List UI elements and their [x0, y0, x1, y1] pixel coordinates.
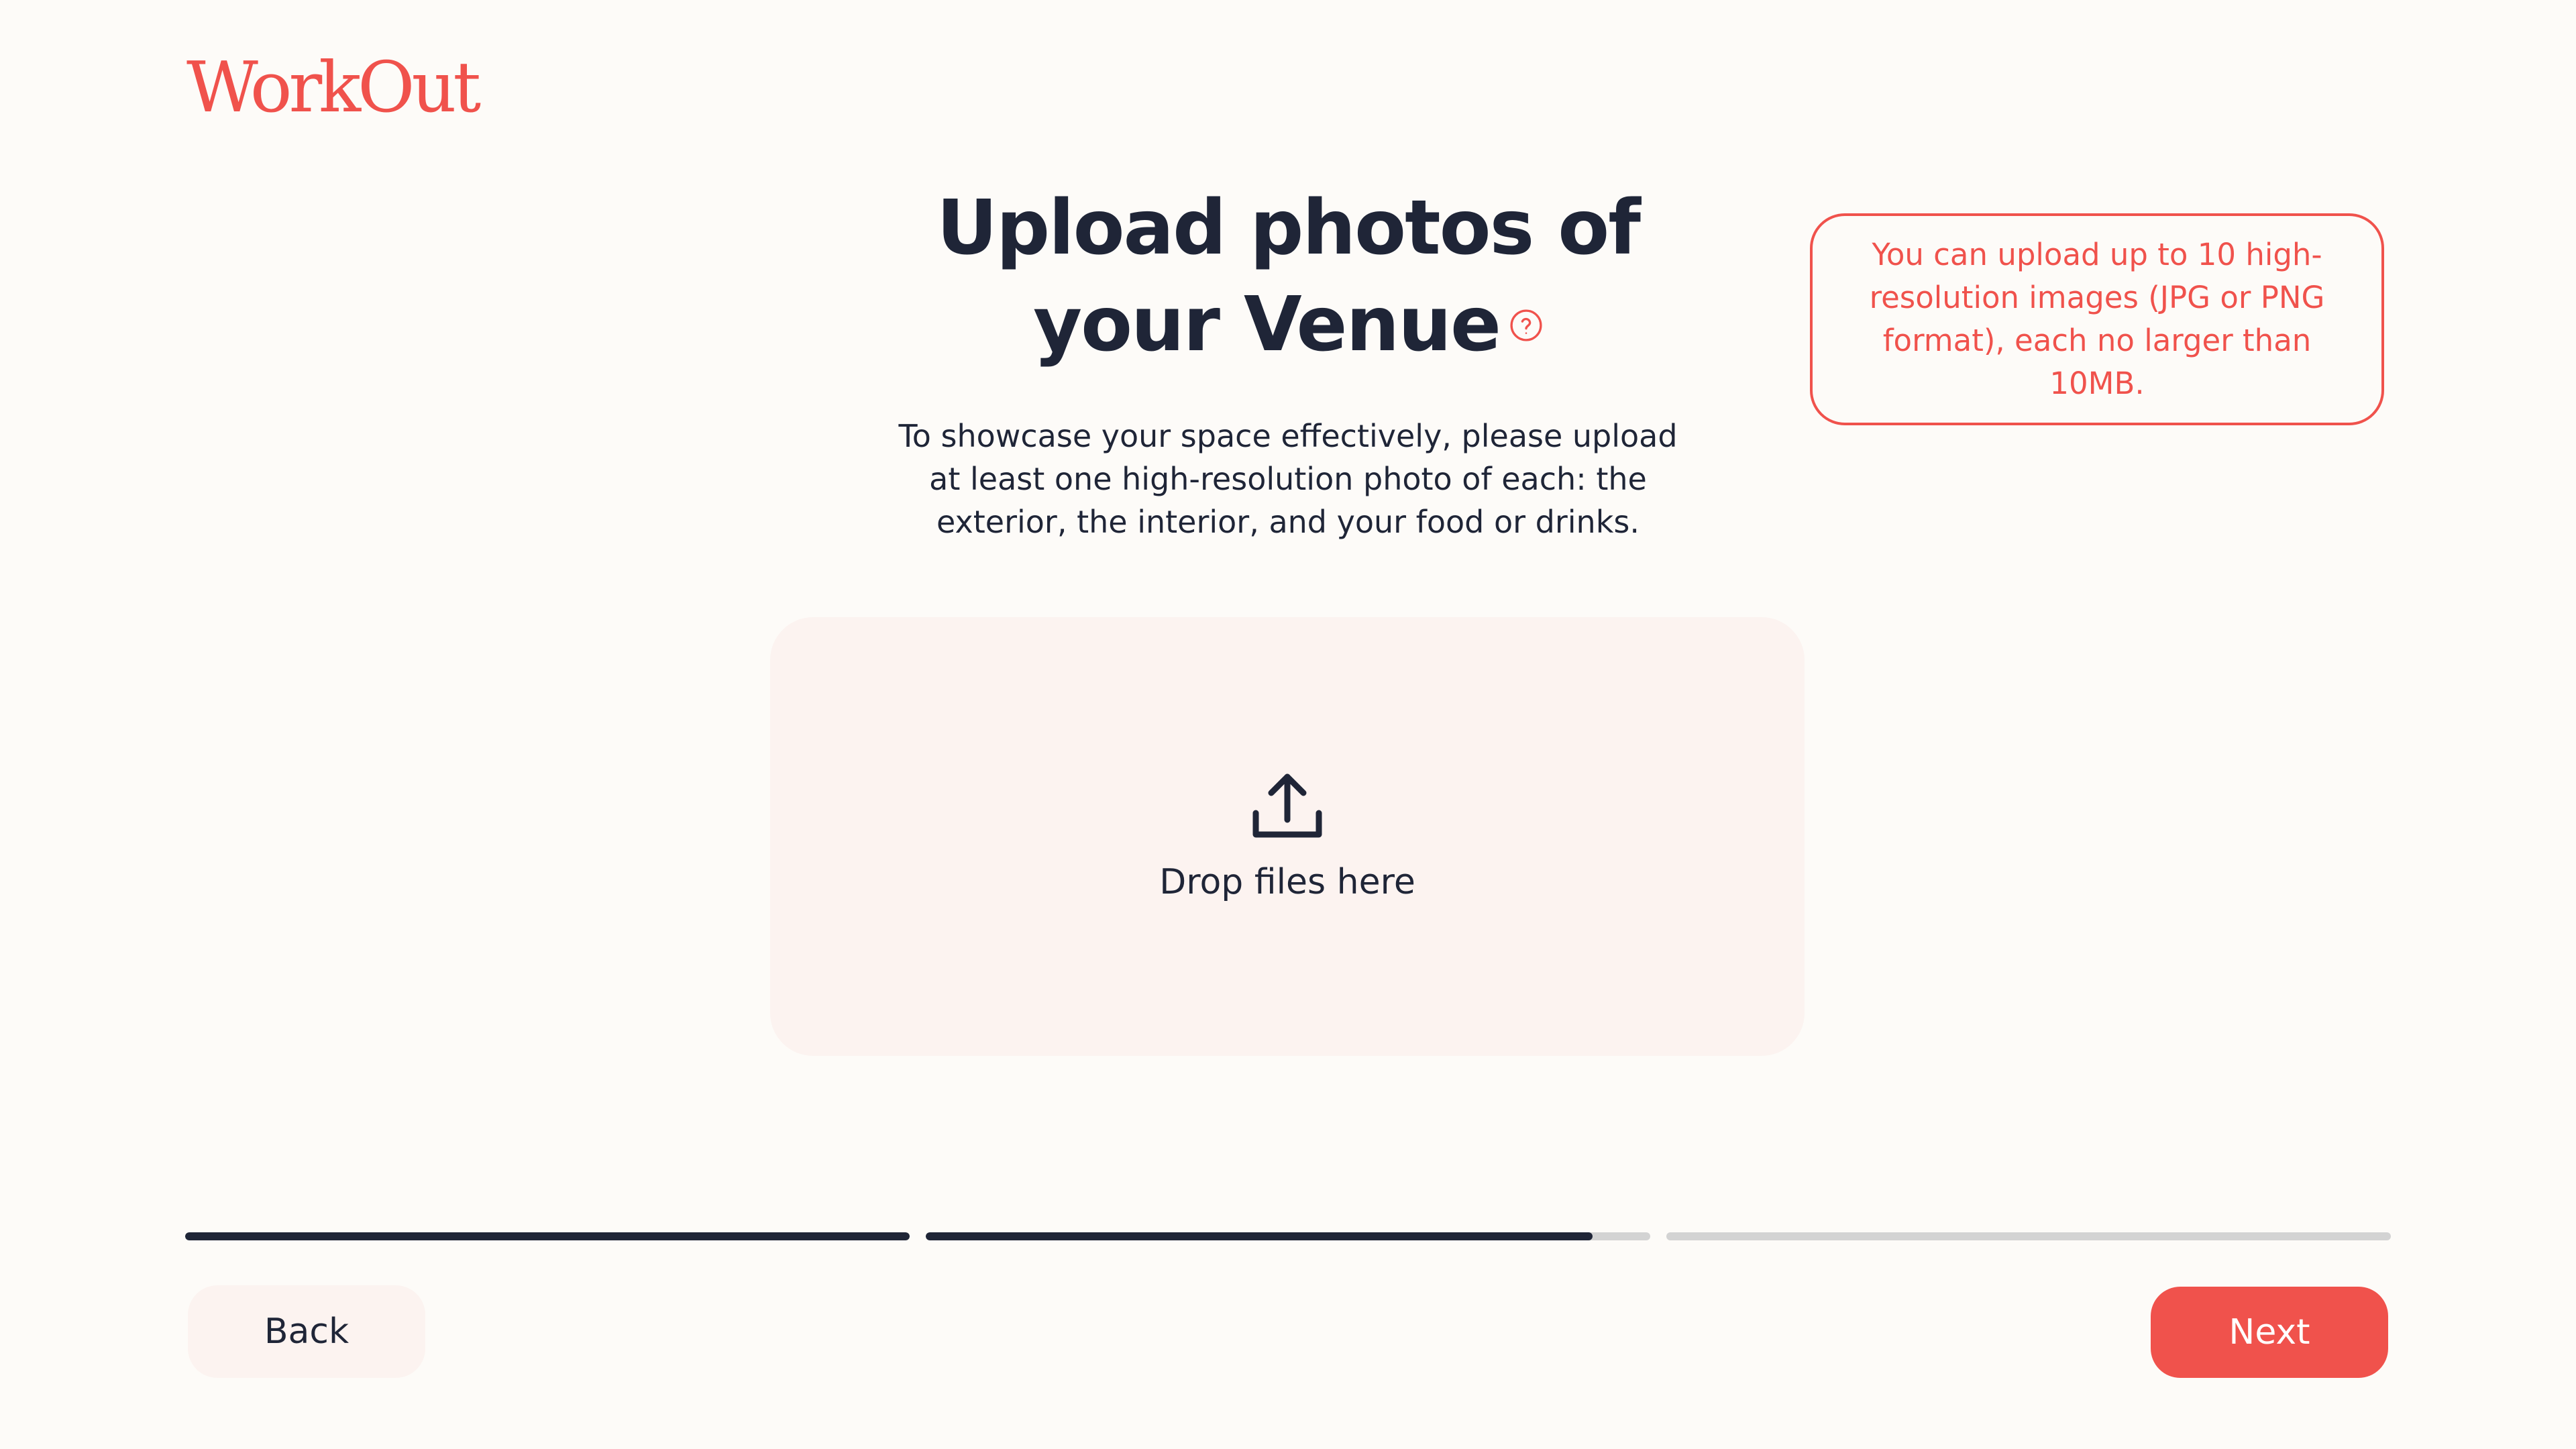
upload-venue-photos-page: WorkOut Upload photos of your Venue To s…	[0, 0, 2576, 1449]
question-circle-icon[interactable]	[1509, 309, 1543, 342]
dropzone-label: Drop files here	[1159, 862, 1415, 902]
upload-limits-text: You can upload up to 10 high-resolution …	[1869, 237, 2325, 401]
page-title-line-2: your Venue	[899, 276, 1677, 373]
page-title-line-2-text: your Venue	[1033, 281, 1501, 368]
back-button[interactable]: Back	[188, 1285, 425, 1378]
page-title: Upload photos of your Venue	[899, 180, 1677, 373]
progress-step-2-fill	[926, 1232, 1593, 1240]
progress-step-3	[1666, 1232, 2391, 1240]
progress-step-2	[926, 1232, 1650, 1240]
progress-step-1	[185, 1232, 910, 1240]
page-subtitle: To showcase your space effectively, plea…	[898, 418, 1678, 540]
upload-icon	[1252, 773, 1322, 838]
page-title-line-1: Upload photos of	[936, 184, 1641, 272]
workout-logo[interactable]: WorkOut	[186, 52, 481, 122]
upload-limits-notice: You can upload up to 10 high-resolution …	[1810, 213, 2384, 425]
next-button[interactable]: Next	[2151, 1287, 2388, 1378]
progress-step-1-fill	[185, 1232, 910, 1240]
